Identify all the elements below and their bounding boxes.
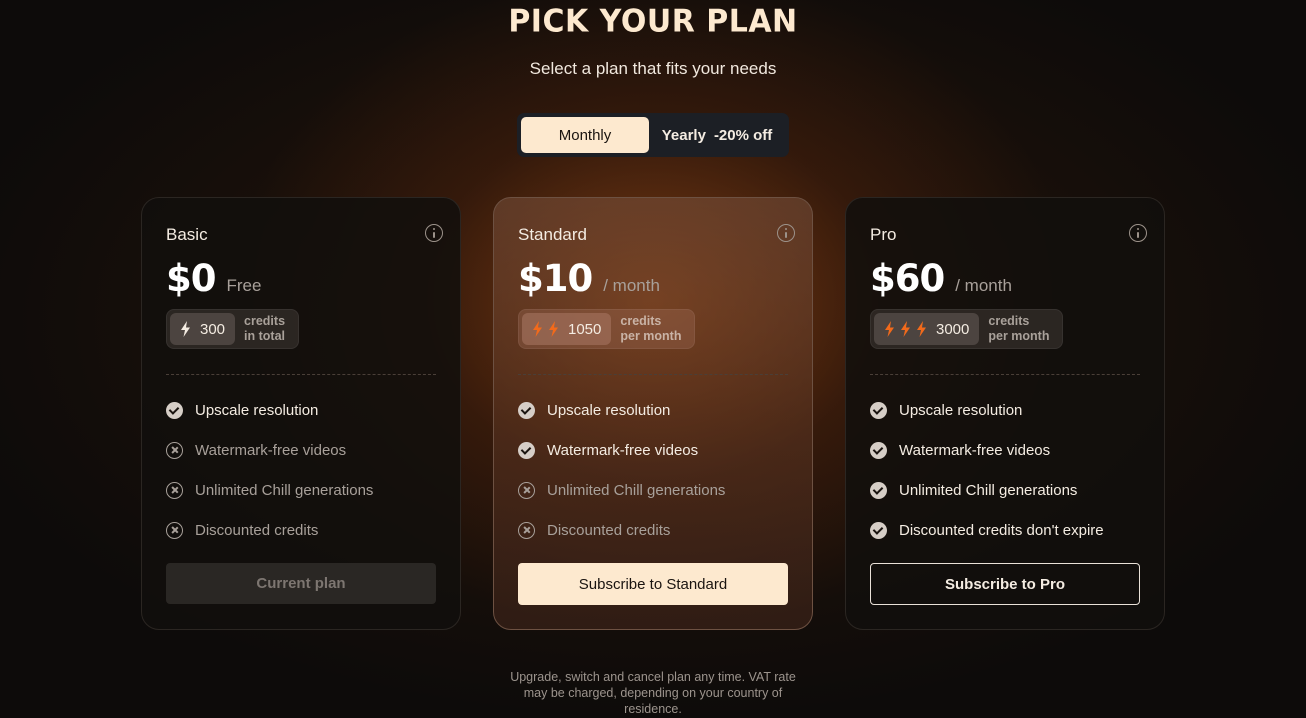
- plan-card-basic: Basic $0 Free 300 credits in total Upsca…: [141, 197, 461, 630]
- bolt-icon: [549, 321, 558, 337]
- credit-label: credits per month: [988, 314, 1050, 343]
- plan-price: $10: [518, 257, 593, 300]
- check-icon: [870, 441, 887, 459]
- x-circle-icon: [518, 481, 535, 499]
- feature-list: Upscale resolution Watermark-free videos…: [518, 400, 788, 540]
- feature-item: Upscale resolution: [518, 400, 788, 420]
- x-circle-icon: [518, 521, 535, 539]
- credits-badge: 300 credits in total: [166, 309, 300, 349]
- bolt-icon: [181, 321, 190, 337]
- plan-name: Standard: [518, 225, 587, 244]
- yearly-option[interactable]: Yearly -20% off: [649, 117, 785, 153]
- subscribe-standard-button[interactable]: Subscribe to Standard: [518, 563, 788, 605]
- feature-item: Unlimited Chill generations: [870, 480, 1140, 500]
- credit-amount-pill: 3000: [874, 313, 980, 345]
- info-icon[interactable]: [1129, 224, 1147, 242]
- plan-period: / month: [603, 276, 660, 295]
- monthly-option[interactable]: Monthly: [521, 117, 649, 153]
- check-icon: [870, 481, 887, 499]
- bolt-icon: [885, 321, 894, 337]
- feature-item: Discounted credits: [518, 520, 788, 540]
- bolt-icon: [533, 321, 542, 337]
- plan-name: Basic: [166, 225, 208, 244]
- credit-amount-pill: 300: [170, 313, 236, 345]
- info-icon[interactable]: [425, 224, 443, 242]
- credits-badge: 1050 credits per month: [518, 309, 696, 349]
- feature-item: Watermark-free videos: [870, 440, 1140, 460]
- plan-period: / month: [955, 276, 1012, 295]
- yearly-discount-badge: -20% off: [713, 126, 773, 144]
- feature-item: Discounted credits don't expire: [870, 520, 1140, 540]
- yearly-label: Yearly: [661, 126, 706, 144]
- check-icon: [166, 401, 183, 419]
- feature-item: Discounted credits: [166, 520, 436, 540]
- credit-amount-pill: 1050: [522, 313, 612, 345]
- check-icon: [870, 521, 887, 539]
- feature-item: Watermark-free videos: [518, 440, 788, 460]
- page-title: PICK YOUR PLAN: [508, 3, 798, 40]
- bolt-icon: [901, 321, 910, 337]
- divider: [518, 374, 788, 375]
- credit-label: credits in total: [244, 314, 286, 343]
- feature-item: Upscale resolution: [166, 400, 436, 420]
- plan-period: Free: [226, 276, 262, 295]
- current-plan-button[interactable]: Current plan: [166, 563, 436, 604]
- check-icon: [518, 441, 535, 459]
- plan-card-standard: Standard $10 / month 1050 credits per mo…: [493, 197, 813, 630]
- x-circle-icon: [166, 441, 183, 459]
- credit-amount: 300: [200, 320, 226, 338]
- divider: [870, 374, 1140, 375]
- feature-item: Watermark-free videos: [166, 440, 436, 460]
- divider: [166, 374, 436, 375]
- check-icon: [518, 401, 535, 419]
- billing-toggle: Monthly Yearly -20% off: [517, 113, 789, 157]
- plan-price: $60: [870, 257, 945, 300]
- feature-item: Upscale resolution: [870, 400, 1140, 420]
- info-icon[interactable]: [777, 224, 795, 242]
- credits-badge: 3000 credits per month: [870, 309, 1064, 349]
- plan-card-pro: Pro $60 / month 3000 credits per month U…: [845, 197, 1165, 630]
- page-subtitle: Select a plan that fits your needs: [529, 59, 777, 78]
- plan-name: Pro: [870, 225, 897, 244]
- subscribe-pro-button[interactable]: Subscribe to Pro: [870, 563, 1140, 605]
- x-circle-icon: [166, 481, 183, 499]
- plan-price: $0: [166, 257, 216, 300]
- bolt-icon: [917, 321, 926, 337]
- check-icon: [870, 401, 887, 419]
- feature-item: Unlimited Chill generations: [518, 480, 788, 500]
- feature-item: Unlimited Chill generations: [166, 480, 436, 500]
- credit-label: credits per month: [620, 314, 682, 343]
- feature-list: Upscale resolution Watermark-free videos…: [166, 400, 436, 540]
- x-circle-icon: [166, 521, 183, 539]
- footnote: Upgrade, switch and cancel plan any time…: [510, 670, 796, 716]
- credit-amount: 3000: [936, 320, 970, 338]
- feature-list: Upscale resolution Watermark-free videos…: [870, 400, 1140, 540]
- credit-amount: 1050: [568, 320, 602, 338]
